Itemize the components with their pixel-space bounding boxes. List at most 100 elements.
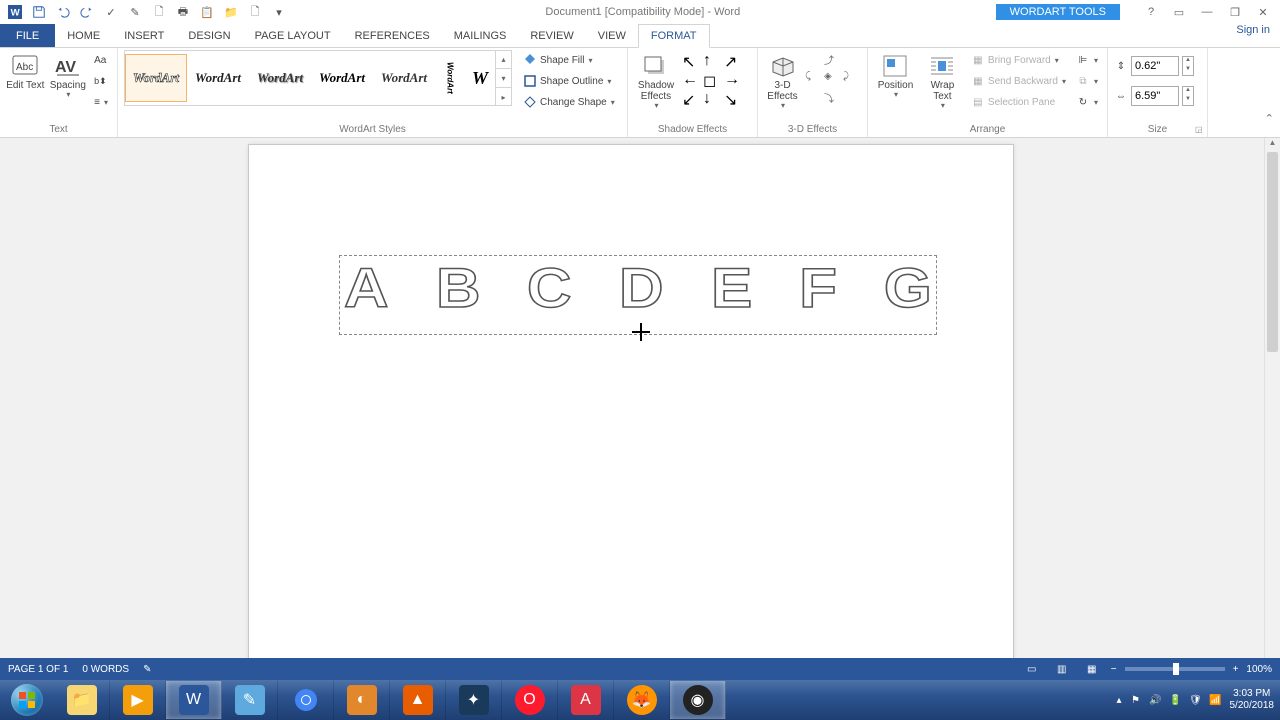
nudge-shadow-icon[interactable]: ↓ <box>703 90 723 108</box>
zoom-slider[interactable] <box>1125 667 1225 671</box>
vertical-scrollbar[interactable]: ▲ ▼ <box>1264 138 1280 680</box>
battery-icon[interactable]: 🔋 <box>1168 692 1184 708</box>
spacing-button[interactable]: AV Spacing▾ <box>49 50 88 100</box>
word-count[interactable]: 0 WORDS <box>82 664 129 675</box>
gallery-item[interactable]: WordArt <box>373 54 435 102</box>
proofing-icon[interactable]: ✎ <box>143 664 151 675</box>
tilt-icon[interactable]: ⤹ <box>805 71 823 89</box>
taskbar-firefox[interactable]: 🦊 <box>614 681 670 719</box>
shadow-toggle-icon[interactable]: ◻ <box>703 71 723 89</box>
shape-outline-button[interactable]: Shape Outline▾ <box>520 71 618 91</box>
print-layout-icon[interactable]: ▥ <box>1051 661 1073 677</box>
network-icon[interactable]: 📶 <box>1208 692 1224 708</box>
shape-fill-button[interactable]: Shape Fill▾ <box>520 50 618 70</box>
nudge-shadow-icon[interactable]: ↘ <box>724 90 744 108</box>
restore-icon[interactable]: ❐ <box>1224 2 1246 22</box>
tray-expand-icon[interactable]: ▴ <box>1116 695 1121 706</box>
collapse-ribbon-icon[interactable]: ˆ <box>1267 113 1272 131</box>
help-icon[interactable]: ? <box>1140 2 1162 22</box>
save-icon[interactable] <box>28 1 50 23</box>
taskbar-vlc[interactable]: ▲ <box>390 681 446 719</box>
gallery-more-icon[interactable]: ▸ <box>496 88 511 106</box>
minimize-icon[interactable]: — <box>1196 2 1218 22</box>
tab-home[interactable]: HOME <box>55 24 112 47</box>
width-input[interactable] <box>1131 86 1179 106</box>
tab-design[interactable]: DESIGN <box>176 24 242 47</box>
undo-icon[interactable] <box>52 1 74 23</box>
tab-mailings[interactable]: MAILINGS <box>442 24 519 47</box>
taskbar-chrome[interactable] <box>278 681 334 719</box>
page[interactable]: A B C D E F G <box>248 144 1014 680</box>
tab-view[interactable]: VIEW <box>586 24 638 47</box>
nudge-shadow-icon[interactable]: ← <box>682 71 702 89</box>
qat-icon[interactable]: 🗋 <box>148 1 170 23</box>
tab-file[interactable]: FILE <box>0 24 55 47</box>
volume-icon[interactable]: 🔊 <box>1148 692 1164 708</box>
gallery-item[interactable]: WordArt <box>187 54 249 102</box>
gallery-item[interactable]: WordArt <box>249 54 311 102</box>
zoom-level[interactable]: 100% <box>1246 664 1272 675</box>
tilt-icon[interactable]: ⤵ <box>824 90 842 108</box>
position-button[interactable]: Position▾ <box>874 50 917 100</box>
gallery-item[interactable]: WordArt <box>125 54 187 102</box>
taskbar-media-player[interactable]: ▶ <box>110 681 166 719</box>
shadow-effects-button[interactable]: Shadow Effects▾ <box>634 50 678 111</box>
read-mode-icon[interactable]: ▭ <box>1021 661 1043 677</box>
gallery-up-icon[interactable]: ▴ <box>496 50 511 69</box>
width-spinner[interactable]: ▲▼ <box>1182 86 1194 106</box>
wrap-text-button[interactable]: Wrap Text▾ <box>921 50 964 111</box>
bring-forward-button[interactable]: ▦Bring Forward▾ <box>968 50 1069 70</box>
sign-in-link[interactable]: Sign in <box>1226 24 1280 47</box>
taskbar-app[interactable]: ◐ <box>334 681 390 719</box>
3d-effects-button[interactable]: 3-D Effects▾ <box>764 50 801 111</box>
taskbar-explorer[interactable]: 📁 <box>54 681 110 719</box>
group-button[interactable]: ⧉▾ <box>1073 71 1101 91</box>
close-icon[interactable]: ✕ <box>1252 2 1274 22</box>
taskbar-app[interactable]: ✦ <box>446 681 502 719</box>
send-backward-button[interactable]: ▦Send Backward▾ <box>968 71 1069 91</box>
qat-icon[interactable]: 📋 <box>196 1 218 23</box>
nudge-shadow-icon[interactable]: ↖ <box>682 52 702 70</box>
height-spinner[interactable]: ▲▼ <box>1182 56 1194 76</box>
selection-pane-button[interactable]: ▤Selection Pane <box>968 92 1069 112</box>
zoom-thumb[interactable] <box>1173 663 1179 675</box>
clock[interactable]: 3:03 PM 5/20/2018 <box>1230 688 1275 712</box>
taskbar-obs[interactable]: ◉ <box>670 681 726 719</box>
tab-review[interactable]: REVIEW <box>518 24 585 47</box>
gallery-item[interactable]: WordArt <box>311 54 373 102</box>
qat-customize-icon[interactable]: ▾ <box>268 1 290 23</box>
taskbar-word[interactable]: W <box>166 681 222 719</box>
dialog-launcher-icon[interactable]: ◲ <box>1195 125 1205 135</box>
tab-page-layout[interactable]: PAGE LAYOUT <box>243 24 343 47</box>
taskbar-app[interactable]: ✎ <box>222 681 278 719</box>
tilt-icon[interactable]: ⤴ <box>824 52 842 70</box>
scroll-up-icon[interactable]: ▲ <box>1265 138 1280 152</box>
tab-format[interactable]: FORMAT <box>638 24 710 48</box>
qat-icon[interactable]: ✎ <box>124 1 146 23</box>
web-layout-icon[interactable]: ▦ <box>1081 661 1103 677</box>
taskbar-acrobat[interactable]: A <box>558 681 614 719</box>
even-height-button[interactable]: Aa <box>91 50 111 70</box>
tab-references[interactable]: REFERENCES <box>343 24 442 47</box>
height-input[interactable] <box>1131 56 1179 76</box>
new-icon[interactable]: 🗋 <box>244 1 266 23</box>
start-button[interactable] <box>0 680 54 720</box>
nudge-shadow-icon[interactable]: → <box>724 71 744 89</box>
zoom-in-icon[interactable]: + <box>1233 664 1239 675</box>
tilt-icon[interactable]: ⤸ <box>843 71 861 89</box>
page-status[interactable]: PAGE 1 OF 1 <box>8 664 68 675</box>
align-button[interactable]: ⊫▾ <box>1073 50 1101 70</box>
nudge-shadow-icon[interactable]: ↙ <box>682 90 702 108</box>
zoom-out-icon[interactable]: − <box>1111 664 1117 675</box>
nudge-shadow-icon[interactable]: ↗ <box>724 52 744 70</box>
3d-toggle-icon[interactable]: ◈ <box>824 71 842 89</box>
nudge-shadow-icon[interactable]: ↑ <box>703 52 723 70</box>
ribbon-options-icon[interactable]: ▭ <box>1168 2 1190 22</box>
action-center-icon[interactable]: ⚑ <box>1128 692 1144 708</box>
qat-icon[interactable]: ✓ <box>100 1 122 23</box>
gallery-item[interactable]: WordArt <box>435 54 465 102</box>
tab-insert[interactable]: INSERT <box>112 24 176 47</box>
word-icon[interactable]: W <box>4 1 26 23</box>
qat-icon[interactable]: 📁 <box>220 1 242 23</box>
security-icon[interactable]: 🛡 <box>1188 692 1204 708</box>
